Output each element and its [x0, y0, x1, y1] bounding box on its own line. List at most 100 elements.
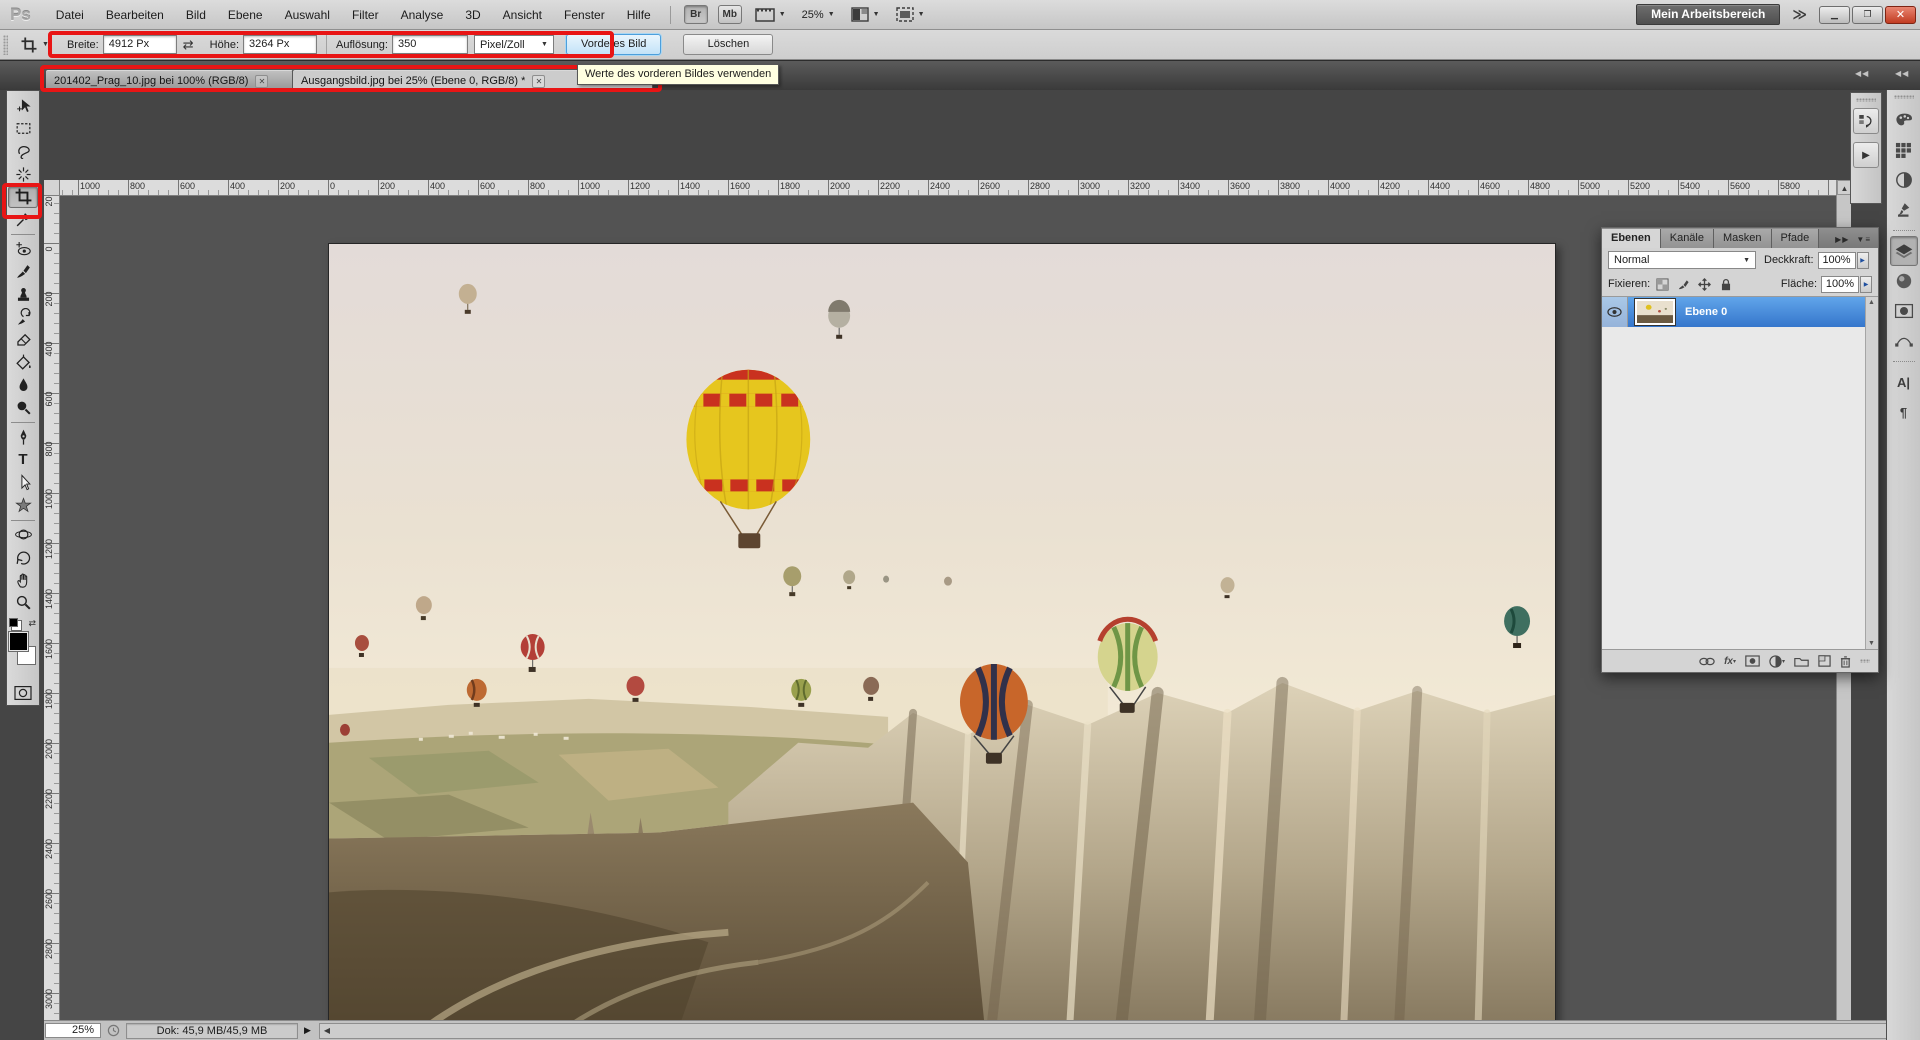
- tool-path-selection[interactable]: [8, 471, 38, 494]
- status-zoom-input[interactable]: 25%: [45, 1023, 101, 1038]
- layer-row-ebene0[interactable]: Ebene 0: [1602, 297, 1878, 327]
- tab-close-icon[interactable]: ✕: [532, 75, 545, 88]
- restore-button[interactable]: ❐: [1852, 6, 1883, 24]
- workspace-overflow-chevrons[interactable]: ≫: [1792, 6, 1805, 23]
- close-button[interactable]: ✕: [1885, 6, 1916, 24]
- character-panel-icon[interactable]: A|: [1890, 367, 1918, 397]
- history-panel-button[interactable]: [1853, 108, 1879, 134]
- horizontal-scrollbar[interactable]: ◀ ▶: [319, 1023, 1920, 1039]
- tool-type[interactable]: T: [8, 449, 38, 472]
- height-input[interactable]: 3264 Px: [243, 35, 317, 54]
- layers-panel-icon[interactable]: [1890, 236, 1918, 266]
- lock-pixels-icon[interactable]: [1675, 276, 1692, 292]
- menu-item[interactable]: Ansicht: [492, 0, 553, 30]
- scroll-left-icon[interactable]: ◀: [320, 1024, 334, 1038]
- tool-quick-selection[interactable]: [8, 163, 38, 186]
- arrange-documents-dropdown[interactable]: ▼: [851, 7, 880, 22]
- adjustment-layer-icon[interactable]: ▾: [1769, 655, 1785, 668]
- menu-item[interactable]: Ebene: [217, 0, 274, 30]
- panel-grip[interactable]: [1856, 98, 1876, 102]
- paths-panel-icon[interactable]: [1890, 326, 1918, 356]
- tool-paint-bucket[interactable]: [8, 351, 38, 374]
- menu-item[interactable]: 3D: [454, 0, 491, 30]
- scroll-up-icon[interactable]: ▲: [1865, 299, 1878, 306]
- actions-panel-button[interactable]: ▶: [1853, 142, 1879, 168]
- fill-spinner[interactable]: ▶: [1860, 276, 1872, 293]
- ruler-corner[interactable]: [44, 180, 60, 196]
- delete-layer-icon[interactable]: [1840, 655, 1851, 668]
- canvas-area[interactable]: [60, 196, 1836, 1040]
- lock-transparency-icon[interactable]: [1654, 276, 1671, 292]
- tool-move[interactable]: [8, 95, 38, 118]
- collapse-panel-icon[interactable]: ▶▶: [1835, 235, 1849, 244]
- document-tab-1[interactable]: 201402_Prag_10.jpg bei 100% (RGB/8) ✕: [46, 70, 293, 91]
- tool-zoom[interactable]: [8, 591, 38, 614]
- tool-rectangular-marquee[interactable]: [8, 118, 38, 141]
- link-layers-icon[interactable]: [1699, 657, 1715, 666]
- resize-grip[interactable]: [1860, 659, 1870, 663]
- tool-brush[interactable]: [8, 261, 38, 284]
- collapse-dock-icon[interactable]: ◀◀: [1895, 69, 1909, 78]
- minimize-button[interactable]: ▁: [1819, 6, 1850, 24]
- menu-item[interactable]: Bearbeiten: [95, 0, 175, 30]
- tool-dodge[interactable]: [8, 396, 38, 419]
- new-group-icon[interactable]: [1794, 656, 1809, 667]
- clear-button[interactable]: Löschen: [683, 34, 773, 55]
- tool-lasso[interactable]: [8, 140, 38, 163]
- blend-mode-select[interactable]: Normal ▼: [1608, 251, 1756, 269]
- width-input[interactable]: 4912 Px: [103, 35, 177, 54]
- mini-bridge-button[interactable]: Mb: [718, 5, 742, 24]
- styles-panel-icon[interactable]: [1890, 195, 1918, 225]
- collapse-dock-icon[interactable]: ◀◀: [1855, 69, 1869, 78]
- layer-style-icon[interactable]: fx▾: [1724, 656, 1736, 667]
- menu-item[interactable]: Analyse: [390, 0, 455, 30]
- vertical-ruler[interactable]: 2000200400600800100012001400160018002000…: [44, 196, 60, 1040]
- opacity-input[interactable]: 100%: [1818, 252, 1856, 269]
- resolution-input[interactable]: 350: [392, 35, 468, 54]
- tool-clone-stamp[interactable]: [8, 283, 38, 306]
- channels-panel-icon[interactable]: [1890, 266, 1918, 296]
- layer-list-scrollbar[interactable]: ▲ ▼: [1865, 297, 1878, 649]
- masks-panel-icon[interactable]: [1890, 296, 1918, 326]
- status-menu-arrow[interactable]: ▶: [304, 1025, 311, 1036]
- foreground-color-chip[interactable]: [9, 632, 28, 651]
- document-size-info[interactable]: Dok: 45,9 MB/45,9 MB: [126, 1023, 298, 1039]
- menu-item[interactable]: Datei: [45, 0, 95, 30]
- default-colors-icon[interactable]: [9, 618, 18, 627]
- resolution-unit-select[interactable]: Pixel/Zoll ▼: [474, 35, 554, 54]
- tool-3d-rotate[interactable]: [8, 524, 38, 547]
- tool-blur[interactable]: [8, 374, 38, 397]
- tool-crop[interactable]: [8, 186, 38, 209]
- horizontal-ruler[interactable]: 1000800600400200020040060080010001200140…: [60, 180, 1836, 196]
- swap-colors-icon[interactable]: ⇄: [28, 618, 36, 629]
- front-image-button[interactable]: Vorderes Bild: [566, 34, 661, 55]
- view-extras-dropdown[interactable]: ▼: [755, 7, 786, 23]
- paragraph-panel-icon[interactable]: ¶: [1890, 397, 1918, 427]
- workspace-button[interactable]: Mein Arbeitsbereich: [1636, 4, 1780, 25]
- menu-item[interactable]: Hilfe: [616, 0, 662, 30]
- tool-3d-orbit[interactable]: [8, 546, 38, 569]
- color-panel-icon[interactable]: [1890, 105, 1918, 135]
- bridge-button[interactable]: Br: [684, 5, 708, 24]
- tool-eyedropper[interactable]: [8, 208, 38, 231]
- scroll-down-icon[interactable]: ▼: [1865, 640, 1878, 647]
- swap-dimensions-icon[interactable]: ⇄: [183, 37, 194, 53]
- lock-position-icon[interactable]: [1696, 276, 1713, 292]
- tool-history-brush[interactable]: [8, 306, 38, 329]
- new-layer-icon[interactable]: [1818, 655, 1831, 667]
- menu-item[interactable]: Auswahl: [274, 0, 341, 30]
- layer-thumbnail[interactable]: [1635, 299, 1675, 325]
- layer-visibility-toggle[interactable]: [1602, 297, 1628, 327]
- quick-mask-button[interactable]: [8, 681, 38, 705]
- fill-input[interactable]: 100%: [1821, 276, 1859, 293]
- zoom-level-dropdown[interactable]: 25% ▼: [802, 9, 835, 21]
- tool-pen[interactable]: [8, 426, 38, 449]
- crop-tool-preset[interactable]: ▼: [20, 36, 49, 54]
- tool-hand[interactable]: [8, 569, 38, 592]
- document-canvas[interactable]: [328, 243, 1556, 1040]
- panel-grip[interactable]: [3, 35, 8, 55]
- swatches-panel-icon[interactable]: [1890, 135, 1918, 165]
- tool-healing-brush[interactable]: [8, 238, 38, 261]
- menu-item[interactable]: Filter: [341, 0, 390, 30]
- screen-mode-dropdown[interactable]: ▼: [896, 7, 925, 22]
